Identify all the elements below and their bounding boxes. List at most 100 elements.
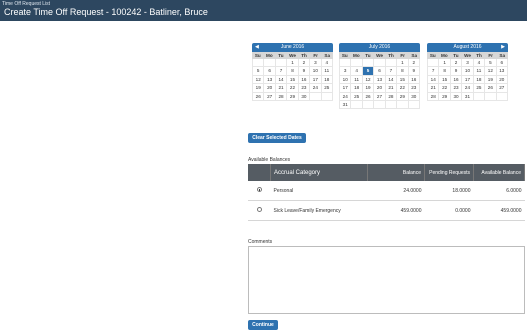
calendar-day[interactable]: 28 [385, 92, 398, 101]
calendar-day[interactable]: 12 [362, 75, 375, 85]
calendar-day[interactable]: 5 [253, 67, 265, 76]
calendar-day[interactable]: 18 [321, 75, 333, 85]
calendar-day[interactable]: 29 [439, 92, 451, 101]
calendar-day[interactable]: 4 [321, 59, 333, 68]
calendar-day[interactable]: 14 [275, 75, 288, 85]
calendar-day[interactable]: 19 [362, 84, 375, 93]
calendar-day[interactable]: 12 [485, 67, 497, 76]
calendar-day[interactable]: 6 [496, 59, 508, 68]
calendar-day[interactable]: 11 [473, 67, 486, 76]
calendar-day[interactable]: 8 [287, 67, 299, 76]
calendar-day[interactable]: 22 [287, 84, 299, 93]
calendar-day[interactable]: 1 [397, 59, 409, 68]
calendar-day[interactable]: 28 [428, 92, 440, 101]
calendar-day[interactable]: 23 [298, 84, 311, 93]
calendar-day[interactable]: 10 [310, 67, 322, 76]
calendar-day[interactable]: 13 [374, 75, 386, 85]
calendar-day[interactable]: 13 [264, 75, 276, 85]
calendar-day[interactable]: 13 [496, 67, 508, 76]
calendar-day[interactable]: 17 [340, 84, 352, 93]
calendar-day[interactable]: 19 [253, 84, 265, 93]
calendar-day[interactable]: 26 [485, 84, 497, 93]
calendar-day[interactable]: 10 [462, 67, 474, 76]
calendar-day[interactable]: 2 [298, 59, 311, 68]
calendar-day[interactable]: 31 [462, 92, 474, 101]
comments-field[interactable] [248, 246, 525, 314]
calendar-day[interactable]: 16 [408, 75, 420, 85]
calendar-day[interactable]: 27 [374, 92, 386, 101]
calendar-day[interactable]: 18 [351, 84, 363, 93]
calendar-day[interactable]: 26 [253, 92, 265, 101]
calendar-day[interactable]: 30 [298, 92, 311, 101]
calendar-day[interactable]: 25 [321, 84, 333, 93]
calendar-day[interactable]: 26 [362, 92, 375, 101]
calendar-day[interactable]: 9 [408, 67, 420, 76]
calendar-day[interactable]: 17 [462, 75, 474, 85]
calendar-day[interactable]: 22 [439, 84, 451, 93]
calendar-day[interactable]: 8 [439, 67, 451, 76]
calendar-day[interactable]: 2 [408, 59, 420, 68]
calendar-day[interactable]: 7 [428, 67, 440, 76]
calendar-day[interactable]: 4 [473, 59, 486, 68]
radio-button[interactable] [256, 207, 262, 212]
calendar-day[interactable]: 3 [340, 67, 352, 76]
clear-selected-dates-button[interactable]: Clear Selected Dates [248, 133, 306, 143]
calendar-day[interactable]: 27 [496, 84, 508, 93]
calendar-day[interactable]: 6 [374, 67, 386, 76]
calendar-day[interactable]: 12 [253, 75, 265, 85]
calendar-day[interactable]: 1 [287, 59, 299, 68]
calendar-day[interactable]: 3 [310, 59, 322, 68]
calendar-day[interactable]: 25 [473, 84, 486, 93]
calendar-day[interactable]: 11 [321, 67, 333, 76]
empty-day-cell [385, 100, 398, 110]
calendar-day[interactable]: 15 [397, 75, 409, 85]
calendar-day[interactable]: 31 [340, 100, 352, 110]
calendar-day[interactable]: 15 [287, 75, 299, 85]
calendar-day[interactable]: 19 [485, 75, 497, 85]
calendar-day[interactable]: 23 [408, 84, 420, 93]
calendar-day[interactable]: 16 [450, 75, 463, 85]
calendar-day[interactable]: 14 [428, 75, 440, 85]
calendar-day[interactable]: 5 [362, 67, 375, 76]
continue-button[interactable]: Continue [248, 320, 278, 330]
calendar-day[interactable]: 14 [385, 75, 398, 85]
calendar-day[interactable]: 23 [450, 84, 463, 93]
calendar-day[interactable]: 30 [450, 92, 463, 101]
calendar-day[interactable]: 9 [450, 67, 463, 76]
calendar-day[interactable]: 25 [351, 92, 363, 101]
calendar-day[interactable]: 3 [462, 59, 474, 68]
calendar-day[interactable]: 15 [439, 75, 451, 85]
calendar-day[interactable]: 22 [397, 84, 409, 93]
chevron-right-icon[interactable]: ▶ [501, 43, 505, 52]
calendar-day[interactable]: 6 [264, 67, 276, 76]
calendar-day[interactable]: 2 [450, 59, 463, 68]
calendar-day[interactable]: 20 [374, 84, 386, 93]
calendar-day[interactable]: 20 [264, 84, 276, 93]
chevron-left-icon[interactable]: ◀ [255, 43, 259, 52]
calendar-day[interactable]: 7 [275, 67, 288, 76]
calendar-day[interactable]: 8 [397, 67, 409, 76]
calendar-day[interactable]: 7 [385, 67, 398, 76]
calendar-day[interactable]: 9 [298, 67, 311, 76]
radio-button[interactable] [256, 187, 262, 192]
calendar-day[interactable]: 24 [310, 84, 322, 93]
calendar-day[interactable]: 29 [397, 92, 409, 101]
calendar-day[interactable]: 21 [275, 84, 288, 93]
calendar-day[interactable]: 1 [439, 59, 451, 68]
calendar-day[interactable]: 24 [462, 84, 474, 93]
calendar-day[interactable]: 17 [310, 75, 322, 85]
calendar-day[interactable]: 27 [264, 92, 276, 101]
calendar-day[interactable]: 30 [408, 92, 420, 101]
calendar-day[interactable]: 21 [385, 84, 398, 93]
calendar-day[interactable]: 5 [485, 59, 497, 68]
calendar-day[interactable]: 29 [287, 92, 299, 101]
calendar-day[interactable]: 18 [473, 75, 486, 85]
calendar-day[interactable]: 28 [275, 92, 288, 101]
calendar-day[interactable]: 4 [351, 67, 363, 76]
calendar-day[interactable]: 11 [351, 75, 363, 85]
calendar-day[interactable]: 10 [340, 75, 352, 85]
calendar-day[interactable]: 20 [496, 75, 508, 85]
calendar-day[interactable]: 24 [340, 92, 352, 101]
calendar-day[interactable]: 21 [428, 84, 440, 93]
calendar-day[interactable]: 16 [298, 75, 311, 85]
